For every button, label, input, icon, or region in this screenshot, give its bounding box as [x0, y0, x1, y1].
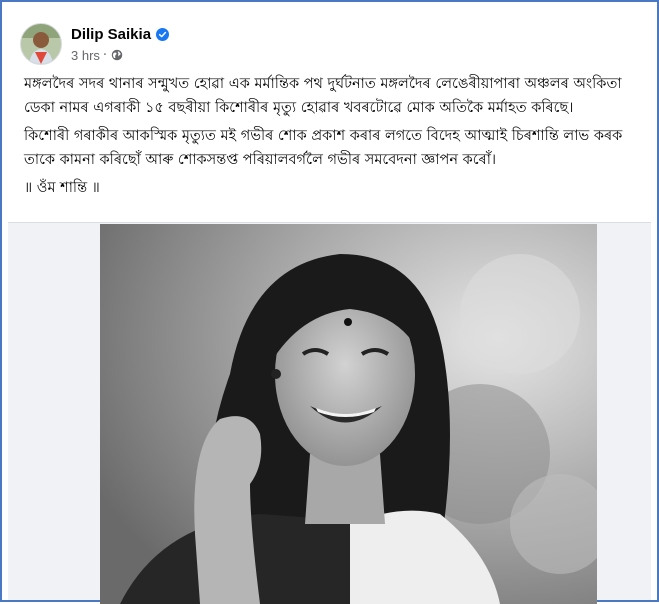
facebook-post: Dilip Saikia 3 hrs · মঙ্গলদৈৰ সদৰ থানাৰ …	[8, 8, 651, 604]
portrait-photo	[100, 224, 597, 604]
meta-separator: ·	[102, 47, 108, 63]
verified-badge-icon	[156, 27, 170, 41]
post-photo-container[interactable]	[8, 222, 651, 604]
post-meta: Dilip Saikia 3 hrs ·	[71, 24, 170, 64]
author-avatar[interactable]	[20, 23, 62, 65]
post-paragraph-3: ॥ ওঁম শান্তি ॥	[24, 180, 100, 196]
avatar-image	[21, 24, 61, 64]
post-paragraph-2: কিশোৰী গৰাকীৰ আকস্মিক মৃত্যুত মই গভীৰ শো…	[24, 128, 623, 168]
post-photo[interactable]	[100, 224, 597, 604]
timestamp-row: 3 hrs ·	[71, 46, 169, 64]
post-paragraph-1: মঙ্গলদৈৰ সদৰ থানাৰ সন্মুখত হোৱা এক মৰ্মা…	[24, 76, 622, 116]
author-name[interactable]: Dilip Saikia	[71, 26, 151, 43]
post-timestamp[interactable]: 3 hrs	[71, 48, 100, 63]
globe-icon[interactable]	[111, 49, 123, 61]
post-header: Dilip Saikia 3 hrs ·	[20, 20, 170, 68]
post-text: মঙ্গলদৈৰ সদৰ থানাৰ সন্মুখত হোৱা এক মৰ্মা…	[24, 72, 637, 204]
author-row: Dilip Saikia	[71, 24, 170, 44]
screenshot-frame: Dilip Saikia 3 hrs · মঙ্গলদৈৰ সদৰ থানাৰ …	[0, 0, 659, 604]
